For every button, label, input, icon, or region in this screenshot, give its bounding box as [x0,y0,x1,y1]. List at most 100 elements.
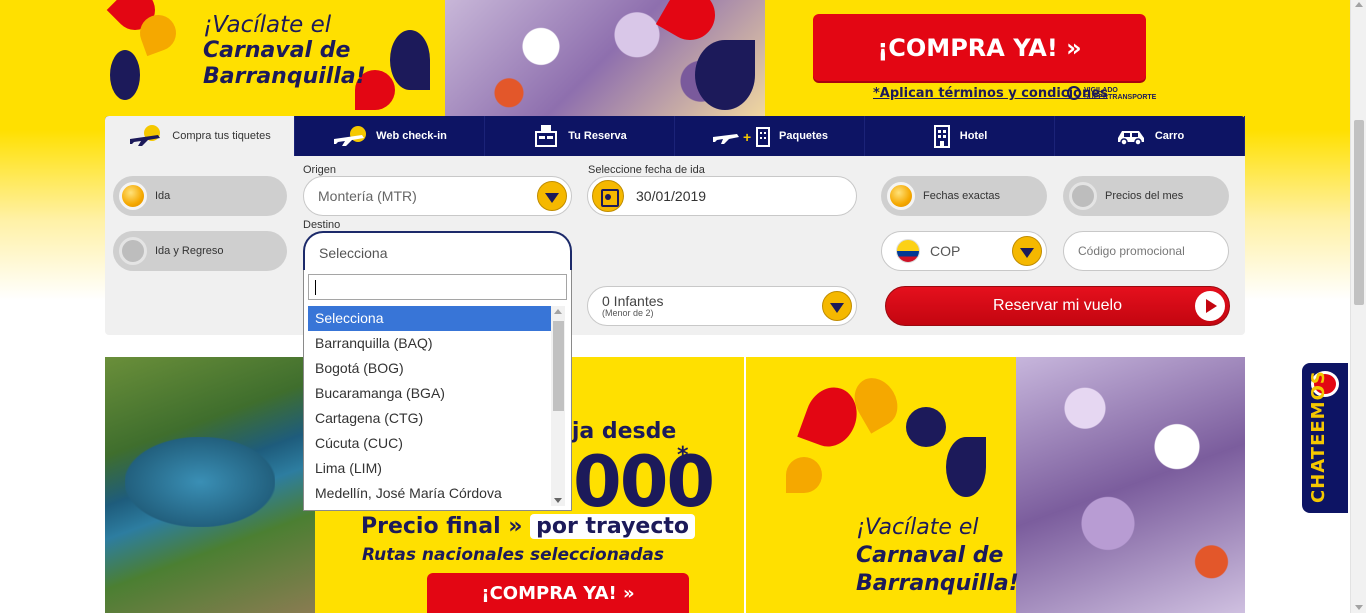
banner-title-line2: Carnaval de [203,38,351,63]
dropdown-search-input[interactable] [308,274,567,300]
tab-paquetes[interactable]: + Paquetes [675,116,865,156]
carnival-crowd-photo [1016,357,1245,613]
play-arrow-icon [1195,291,1225,321]
guatape-landscape-photo [105,357,315,613]
decor-petal-icon [946,437,986,497]
origin-label: Origen [303,164,337,176]
infants-select[interactable]: 0 Infantes (Menor de 2) [587,286,857,326]
chevron-down-icon[interactable] [822,291,852,321]
plane-checkin-icon [334,126,367,146]
rutas-text: Rutas nacionales seleccionadas [362,545,665,565]
top-promo-banner[interactable]: ¡Vacílate el Carnaval de Barranquilla! ¡… [105,0,1245,116]
radio-selected-icon [887,182,915,210]
banner-title: ¡Vacílate el Carnaval de Barranquilla! [203,12,366,90]
reservar-vuelo-button[interactable]: Reservar mi vuelo [885,286,1230,326]
calendar-icon[interactable] [592,180,624,212]
promo-price: 000 [573,441,715,523]
promo-code-input[interactable] [1063,231,1229,271]
date-value: 30/01/2019 [636,188,707,204]
destination-value: Selecciona [319,245,388,261]
chat-label: CHATEEMOS [1308,370,1329,503]
decor-petal-icon [110,50,140,100]
scroll-down-icon[interactable] [554,498,562,503]
dropdown-scrollbar[interactable] [551,306,565,506]
vigilado-seal-icon [1067,86,1081,100]
dropdown-options-list: Selecciona Barranquilla (BAQ) Bogotá (BO… [308,306,551,506]
flight-search-panel: Ida Ida y Regreso Origen Montería (MTR) … [105,156,1245,335]
plane-cloud-icon [130,125,161,146]
destination-label: Destino [303,219,341,231]
tab-carro[interactable]: Carro [1055,116,1245,156]
destination-select[interactable]: Selecciona [303,231,572,271]
precio-final-label: Precio final » [361,514,523,539]
scroll-up-icon[interactable] [1355,2,1363,7]
page-scrollbar[interactable] [1350,0,1366,613]
currency-value: COP [930,243,961,259]
currency-select[interactable]: COP [881,231,1047,271]
decor-petal-icon [695,40,755,110]
banner-title-line3: Barranquilla! [203,64,366,89]
trip-type-ida-radio[interactable]: Ida [113,176,287,216]
chat-widget[interactable]: CHATEEMOS [1302,363,1348,513]
tab-label: Tu Reserva [568,130,627,142]
radio-label: Ida y Regreso [155,245,224,257]
por-trayecto-label: por trayecto [530,514,695,539]
vigilado-text: VIGILADO SUPERTRANSPORTE [1084,87,1157,101]
infants-value: 0 Infantes [602,293,664,309]
tab-web-check-in[interactable]: Web check-in [295,116,485,156]
building-icon [933,125,950,148]
tab-label: Hotel [959,130,988,142]
precios-del-mes-radio[interactable]: Precios del mes [1063,176,1229,216]
dropdown-option[interactable]: Bogotá (BOG) [308,356,551,381]
departure-date-field[interactable]: 30/01/2019 [587,176,857,216]
compra-ya-button[interactable]: ¡COMPRA YA! » [813,14,1146,81]
radio-label: Fechas exactas [923,190,1001,202]
decor-petal-icon [786,457,822,493]
vigilado-logo: VIGILADO SUPERTRANSPORTE [1067,86,1157,101]
date-label: Seleccione fecha de ida [588,164,705,176]
plane-hotel-icon: + [713,127,771,147]
infants-subtext: (Menor de 2) [602,308,654,318]
radio-label: Precios del mes [1105,190,1184,202]
car-icon [1117,131,1144,146]
promo-right-title-line2: Carnaval de [856,543,1004,568]
decor-petal-icon [906,407,946,447]
dropdown-option[interactable]: Cúcuta (CUC) [308,431,551,456]
fechas-exactas-radio[interactable]: Fechas exactas [881,176,1047,216]
tab-label: Carro [1154,130,1185,142]
dropdown-option[interactable]: Cartagena (CTG) [308,406,551,431]
scroll-up-icon[interactable] [554,309,562,314]
trip-type-ida-regreso-radio[interactable]: Ida y Regreso [113,231,287,271]
colombia-flag-icon [896,239,920,263]
decor-petal-icon [390,30,430,90]
dropdown-option[interactable]: Selecciona [308,306,551,331]
dropdown-option[interactable]: Medellín, José María Córdova [308,481,551,506]
dropdown-option[interactable]: Barranquilla (BAQ) [308,331,551,356]
tab-label: Compra tus tiquetes [172,130,271,142]
booking-tabs: Compra tus tiquetes Web check-in Tu Rese… [105,116,1245,156]
dropdown-option[interactable]: Lima (LIM) [308,456,551,481]
precio-final-text: Precio final » por trayecto [361,514,695,539]
dropdown-option[interactable]: Bucaramanga (BGA) [308,381,551,406]
chevron-down-icon[interactable] [1012,236,1042,266]
banner-title-line1: ¡Vacílate el [203,12,332,38]
tab-compra-tus-tiquetes[interactable]: Compra tus tiquetes [105,116,295,156]
chevron-down-icon[interactable] [537,181,567,211]
page-scroll-thumb[interactable] [1354,120,1364,305]
scroll-down-icon[interactable] [1355,605,1363,610]
svg-text:+: + [743,129,751,145]
promo-banner-right[interactable]: ¡Vacílate el Carnaval de Barranquilla! [746,357,1245,613]
tab-hotel[interactable]: Hotel [865,116,1055,156]
origin-select[interactable]: Montería (MTR) [303,176,572,216]
radio-label: Ida [155,190,171,202]
tab-tu-reserva[interactable]: Tu Reserva [485,116,675,156]
promo-right-title-line3: Barranquilla! [856,571,1019,596]
promo-asterisk: * [677,443,689,468]
radio-selected-icon [119,182,147,210]
promo-right-title-line1: ¡Vacílate el [856,515,979,540]
tab-label: Paquetes [779,130,828,142]
promo-right-title: ¡Vacílate el Carnaval de Barranquilla! [856,514,1019,598]
radio-unselected-icon [119,237,147,265]
dropdown-scroll-thumb[interactable] [553,321,564,411]
compra-ya-button-secondary[interactable]: ¡COMPRA YA! » [427,573,689,613]
